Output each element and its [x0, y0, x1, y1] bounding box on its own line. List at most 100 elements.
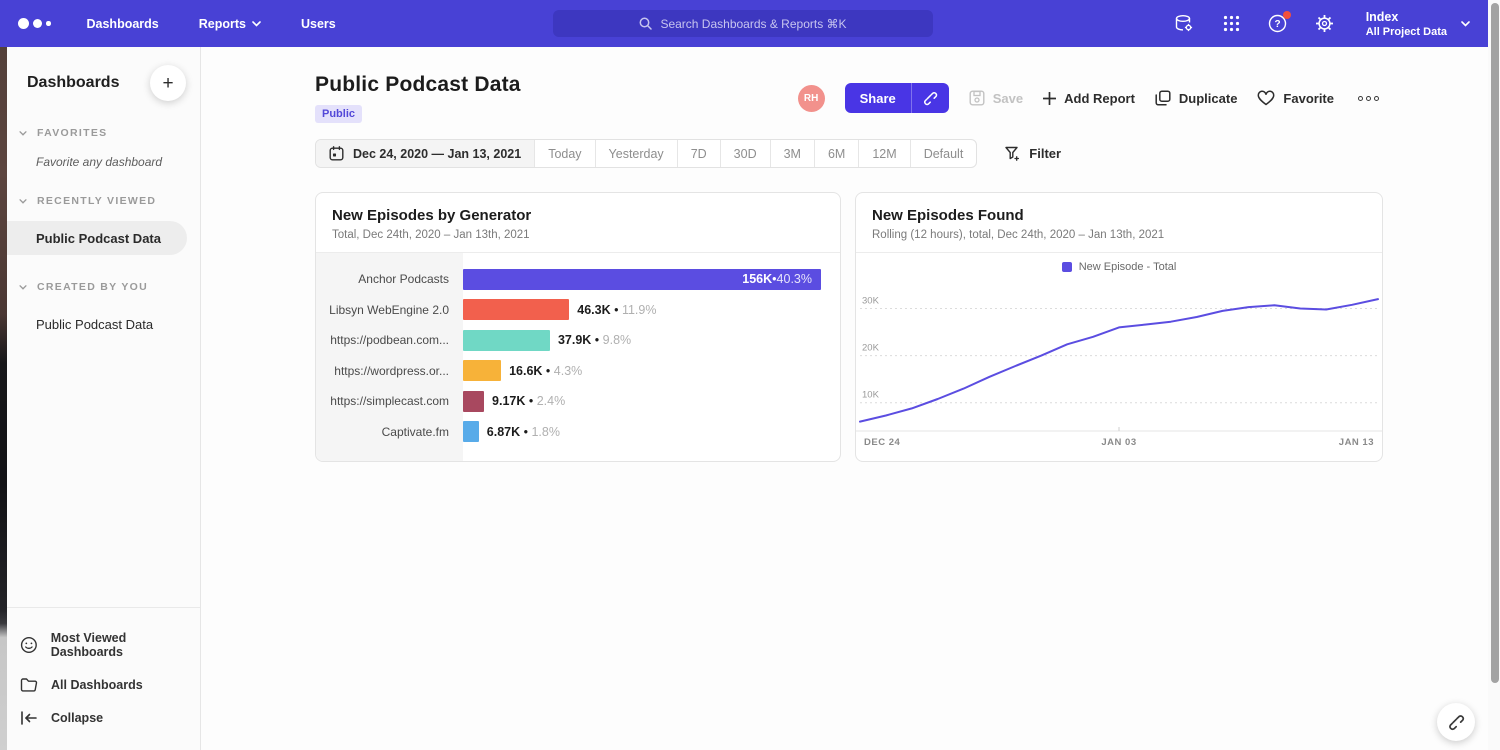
svg-text:10K: 10K — [862, 390, 880, 401]
preset-default[interactable]: Default — [911, 140, 977, 167]
window-scrollbar-track[interactable] — [1488, 0, 1500, 750]
preset-6m[interactable]: 6M — [815, 140, 859, 167]
data-management-icon[interactable] — [1174, 14, 1195, 34]
chart-subtitle: Rolling (12 hours), total, Dec 24th, 202… — [872, 229, 1366, 241]
mixpanel-logo-icon[interactable] — [18, 18, 51, 29]
project-name: Index — [1366, 9, 1447, 26]
sidebar: Dashboards + FAVORITES Favorite any dash… — [7, 47, 201, 750]
svg-text:?: ? — [1274, 19, 1280, 30]
preset-30d[interactable]: 30D — [721, 140, 771, 167]
preset-3m[interactable]: 3M — [771, 140, 815, 167]
svg-text:30K: 30K — [862, 296, 880, 307]
date-range-picker[interactable]: Dec 24, 2020 — Jan 13, 2021 — [316, 140, 535, 167]
favorite-label: Favorite — [1283, 91, 1334, 106]
line-chart-plot[interactable]: 10K20K30KDEC 24JAN 03JAN 13 — [856, 273, 1382, 453]
bar-row[interactable]: https://wordpress.or...16.6K • 4.3% — [316, 356, 840, 387]
bar[interactable] — [463, 330, 550, 351]
section-label: FAVORITES — [37, 127, 107, 139]
nav-item-users[interactable]: Users — [301, 17, 336, 31]
chevron-down-icon — [19, 131, 27, 136]
bar[interactable]: 156K • 40.3% — [463, 269, 821, 290]
bar[interactable] — [463, 421, 479, 442]
bar-value-label: 6.87K • 1.8% — [487, 425, 560, 439]
duplicate-icon — [1155, 90, 1171, 106]
project-switcher[interactable]: Index All Project Data — [1366, 9, 1470, 38]
bar-value-label: 156K • 40.3% — [742, 269, 812, 290]
bar[interactable] — [463, 299, 569, 320]
preset-label: Today — [548, 147, 581, 161]
sidebar-section-created-by-you[interactable]: CREATED BY YOU — [7, 281, 200, 293]
search-icon — [639, 17, 652, 30]
floating-link-button[interactable] — [1437, 703, 1475, 741]
avatar[interactable]: RH — [798, 85, 825, 112]
chart-title: New Episodes Found — [872, 207, 1366, 224]
more-options-button[interactable] — [1354, 92, 1383, 105]
chart-title: New Episodes by Generator — [332, 207, 824, 224]
bar-row[interactable]: https://podbean.com...37.9K • 9.8% — [316, 325, 840, 356]
bar-row[interactable]: https://simplecast.com9.17K • 2.4% — [316, 386, 840, 417]
favorite-button[interactable]: Favorite — [1257, 90, 1334, 106]
public-badge: Public — [315, 105, 362, 123]
bar[interactable] — [463, 391, 484, 412]
preset-label: 12M — [872, 147, 896, 161]
search-input[interactable]: Search Dashboards & Reports ⌘K — [553, 10, 933, 37]
settings-gear-icon[interactable] — [1315, 14, 1334, 33]
bar-row[interactable]: Captivate.fm 6.87K • 1.8% — [316, 417, 840, 448]
legend-swatch — [1062, 262, 1072, 272]
page-title: Public Podcast Data — [315, 73, 521, 97]
sidebar-section-recently-viewed[interactable]: RECENTLY VIEWED — [7, 195, 200, 207]
main-content: Public Podcast Data Public RH Share Save — [201, 47, 1488, 750]
collapse-left-icon — [20, 711, 38, 725]
add-report-button[interactable]: Add Report — [1043, 91, 1135, 106]
nav-item-dashboards[interactable]: Dashboards — [87, 17, 159, 31]
preset-label: Yesterday — [609, 147, 664, 161]
svg-text:JAN 13: JAN 13 — [1339, 437, 1374, 448]
bar[interactable] — [463, 360, 501, 381]
save-icon — [969, 90, 985, 106]
collapse-sidebar-button[interactable]: Collapse — [7, 702, 200, 734]
line-chart-card: New Episodes Found Rolling (12 hours), t… — [855, 192, 1383, 462]
bar-value-label: 37.9K • 9.8% — [558, 333, 631, 347]
bar-category-label: Libsyn WebEngine 2.0 — [316, 303, 463, 317]
preset-12m[interactable]: 12M — [859, 140, 910, 167]
sidebar-section-favorites[interactable]: FAVORITES — [7, 127, 200, 139]
section-label: RECENTLY VIEWED — [37, 195, 156, 207]
svg-text:JAN 03: JAN 03 — [1101, 437, 1136, 448]
legend-label: New Episode - Total — [1079, 261, 1177, 273]
bar-value-label: 9.17K • 2.4% — [492, 394, 565, 408]
all-dashboards-button[interactable]: All Dashboards — [7, 668, 200, 702]
sidebar-item-public-podcast-data[interactable]: Public Podcast Data — [7, 221, 187, 255]
nav-item-reports[interactable]: Reports — [199, 17, 261, 31]
sidebar-item-label: Public Podcast Data — [36, 231, 161, 246]
smiley-icon — [20, 636, 38, 654]
window-scrollbar-thumb[interactable] — [1491, 3, 1499, 683]
footer-item-label: All Dashboards — [51, 678, 143, 692]
bar-row[interactable]: Libsyn WebEngine 2.046.3K • 11.9% — [316, 295, 840, 326]
date-range-value: Dec 24, 2020 — Jan 13, 2021 — [353, 147, 521, 161]
bar-category-label: Captivate.fm — [316, 425, 463, 439]
help-icon[interactable]: ? — [1268, 14, 1287, 33]
preset-today[interactable]: Today — [535, 140, 595, 167]
sidebar-title: Dashboards — [27, 74, 119, 92]
bar-row[interactable]: Anchor Podcasts156K • 40.3% — [316, 264, 840, 295]
preset-yesterday[interactable]: Yesterday — [596, 140, 678, 167]
bar-chart-card: New Episodes by Generator Total, Dec 24t… — [315, 192, 841, 462]
share-link-button[interactable] — [911, 83, 949, 113]
search-placeholder: Search Dashboards & Reports ⌘K — [660, 17, 846, 31]
project-subtitle: All Project Data — [1366, 26, 1447, 38]
notification-badge — [1283, 11, 1291, 19]
nav-item-label: Users — [301, 17, 336, 31]
chevron-down-icon — [252, 21, 261, 27]
duplicate-label: Duplicate — [1179, 91, 1238, 106]
apps-grid-icon[interactable] — [1223, 15, 1240, 32]
background-window-edge — [0, 47, 7, 750]
sidebar-item-public-podcast-data-created[interactable]: Public Podcast Data — [7, 307, 187, 341]
filter-button[interactable]: Filter — [1005, 146, 1061, 162]
most-viewed-dashboards-button[interactable]: Most Viewed Dashboards — [7, 622, 200, 668]
duplicate-button[interactable]: Duplicate — [1155, 90, 1238, 106]
share-button[interactable]: Share — [845, 83, 911, 113]
add-dashboard-button[interactable]: + — [150, 65, 186, 101]
bar-category-label: https://wordpress.or... — [316, 364, 463, 378]
save-button[interactable]: Save — [969, 90, 1023, 106]
preset-7d[interactable]: 7D — [678, 140, 721, 167]
